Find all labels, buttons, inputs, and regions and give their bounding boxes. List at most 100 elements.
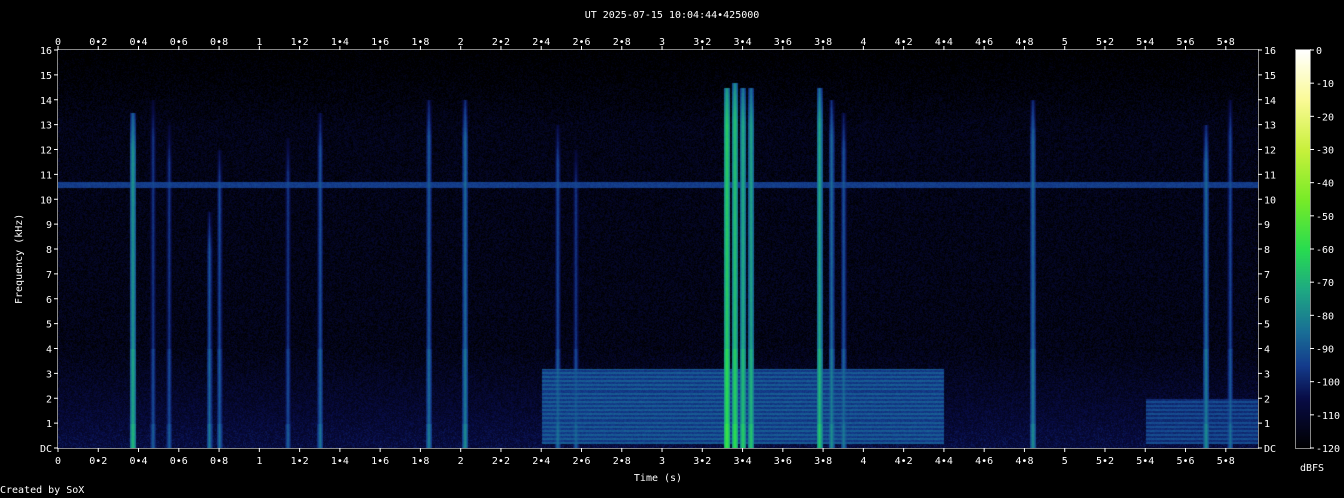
x-tick-label-bottom: 5 xyxy=(1062,456,1068,467)
y-tick-label-right: 9 xyxy=(1264,220,1270,231)
y-tick-label-right: 15 xyxy=(1264,71,1276,82)
x-tick-label-top: 1•4 xyxy=(331,37,349,48)
x-tick-label-bottom: 0•6 xyxy=(170,456,188,467)
colorbar-tick-label: -30 xyxy=(1316,146,1334,157)
x-tick-label-bottom: 4•8 xyxy=(1015,456,1033,467)
x-tick-label-top: 4•2 xyxy=(895,37,913,48)
x-tick-label-bottom: 2•2 xyxy=(492,456,510,467)
x-tick-label-bottom: 2•4 xyxy=(532,456,550,467)
x-tick-label-bottom: 5•8 xyxy=(1217,456,1235,467)
colorbar-tick-label: 0 xyxy=(1316,46,1322,57)
y-tick-label-left: 7 xyxy=(46,270,52,281)
x-tick-label-top: 3•6 xyxy=(774,37,792,48)
x-tick-label-top: 5•4 xyxy=(1136,37,1154,48)
x-tick-label-bottom: 3 xyxy=(659,456,665,467)
y-tick-label-left: 11 xyxy=(40,170,52,181)
y-tick-label-right: 2 xyxy=(1264,394,1270,405)
x-tick-label-bottom: 4•4 xyxy=(935,456,953,467)
x-tick-label-top: 5•8 xyxy=(1217,37,1235,48)
x-tick-label-top: 2•4 xyxy=(532,37,550,48)
spectrogram-figure: UT 2025-07-15 10:04:44•425000 0 0 0•2 0•2 0•… xyxy=(0,0,1344,498)
y-tick-label-right: 1 xyxy=(1264,419,1270,430)
colorbar-tick-label: -60 xyxy=(1316,245,1334,256)
y-tick-label-right: 4 xyxy=(1264,345,1270,356)
plot-frame xyxy=(57,49,1259,449)
y-tick-label-right: 5 xyxy=(1264,320,1270,331)
x-tick-label-bottom: 4•2 xyxy=(895,456,913,467)
y-tick-label-left: 9 xyxy=(46,220,52,231)
x-tick-label-top: 3 xyxy=(659,37,665,48)
x-tick-label-bottom: 0•8 xyxy=(210,456,228,467)
y-tick-label-right: 13 xyxy=(1264,121,1276,132)
x-tick-label-bottom: 4•6 xyxy=(975,456,993,467)
x-tick-label-top: 0•4 xyxy=(130,37,148,48)
x-tick-label-top: 0•6 xyxy=(170,37,188,48)
x-tick-label-bottom: 3•2 xyxy=(693,456,711,467)
y-tick-label-right: DC xyxy=(1264,444,1276,455)
y-tick-label-left: DC xyxy=(40,444,52,455)
colorbar-tick-label: -120 xyxy=(1316,444,1340,455)
y-tick-label-right: 10 xyxy=(1264,195,1276,206)
x-tick-label-top: 5•6 xyxy=(1176,37,1194,48)
y-tick-label-right: 16 xyxy=(1264,46,1276,57)
y-tick-label-left: 14 xyxy=(40,96,52,107)
y-tick-label-left: 6 xyxy=(46,295,52,306)
y-tick-label-left: 2 xyxy=(46,394,52,405)
x-tick-label-top: 2 xyxy=(458,37,464,48)
creator-credit: Created by SoX xyxy=(0,485,85,496)
x-tick-label-top: 3•2 xyxy=(693,37,711,48)
x-tick-label-top: 4•4 xyxy=(935,37,953,48)
x-tick-label-top: 3•8 xyxy=(814,37,832,48)
x-tick-label-top: 0 xyxy=(55,37,61,48)
x-tick-label-top: 4 xyxy=(860,37,866,48)
x-tick-label-top: 0•8 xyxy=(210,37,228,48)
x-tick-label-bottom: 2 xyxy=(458,456,464,467)
x-tick-label-bottom: 0 xyxy=(55,456,61,467)
colorbar-tick-label: -10 xyxy=(1316,79,1334,90)
x-tick-label-bottom: 1•2 xyxy=(291,456,309,467)
axes-overlay: 000•20•20•40•40•60•60•80•8111•21•21•41•4… xyxy=(40,37,1340,467)
x-tick-label-bottom: 2•8 xyxy=(613,456,631,467)
y-tick-label-left: 12 xyxy=(40,146,52,157)
x-tick-label-top: 2•8 xyxy=(613,37,631,48)
colorbar-tick-label: -40 xyxy=(1316,179,1334,190)
y-tick-label-left: 3 xyxy=(46,369,52,380)
x-tick-label-top: 4•6 xyxy=(975,37,993,48)
colorbar-tick-label: -50 xyxy=(1316,212,1334,223)
y-tick-label-left: 13 xyxy=(40,121,52,132)
x-tick-label-top: 2•6 xyxy=(572,37,590,48)
colorbar-tick-label: -80 xyxy=(1316,311,1334,322)
x-tick-label-bottom: 1•4 xyxy=(331,456,349,467)
x-tick-label-bottom: 4 xyxy=(860,456,866,467)
y-tick-label-left: 5 xyxy=(46,320,52,331)
y-tick-label-right: 12 xyxy=(1264,146,1276,157)
colorbar-tick-label: -100 xyxy=(1316,378,1340,389)
colorbar-tick-label: -110 xyxy=(1316,411,1340,422)
y-tick-label-right: 14 xyxy=(1264,96,1276,107)
x-tick-label-top: 0•2 xyxy=(89,37,107,48)
colorbar-frame xyxy=(1295,49,1311,449)
colorbar-tick-label: -20 xyxy=(1316,112,1334,123)
x-tick-label-top: 2•2 xyxy=(492,37,510,48)
x-tick-label-bottom: 2•6 xyxy=(572,456,590,467)
colorbar-tick-label: -70 xyxy=(1316,278,1334,289)
x-tick-label-bottom: 5•6 xyxy=(1176,456,1194,467)
x-tick-label-bottom: 3•6 xyxy=(774,456,792,467)
y-tick-label-right: 6 xyxy=(1264,295,1270,306)
y-tick-label-left: 8 xyxy=(46,245,52,256)
x-tick-label-bottom: 1 xyxy=(256,456,262,467)
y-tick-label-left: 10 xyxy=(40,195,52,206)
y-tick-label-left: 1 xyxy=(46,419,52,430)
x-tick-label-top: 1•6 xyxy=(371,37,389,48)
y-tick-label-right: 7 xyxy=(1264,270,1270,281)
x-tick-label-top: 5 xyxy=(1062,37,1068,48)
y-axis-label: Frequency (kHz) xyxy=(14,213,25,304)
y-tick-label-left: 16 xyxy=(40,46,52,57)
colorbar-unit-label: dBFS xyxy=(1300,463,1325,474)
y-tick-label-right: 11 xyxy=(1264,170,1276,181)
y-tick-label-left: 4 xyxy=(46,345,52,356)
x-tick-label-bottom: 0•2 xyxy=(89,456,107,467)
y-tick-label-right: 3 xyxy=(1264,369,1270,380)
colorbar-tick-label: -90 xyxy=(1316,345,1334,356)
x-tick-label-top: 1•2 xyxy=(291,37,309,48)
